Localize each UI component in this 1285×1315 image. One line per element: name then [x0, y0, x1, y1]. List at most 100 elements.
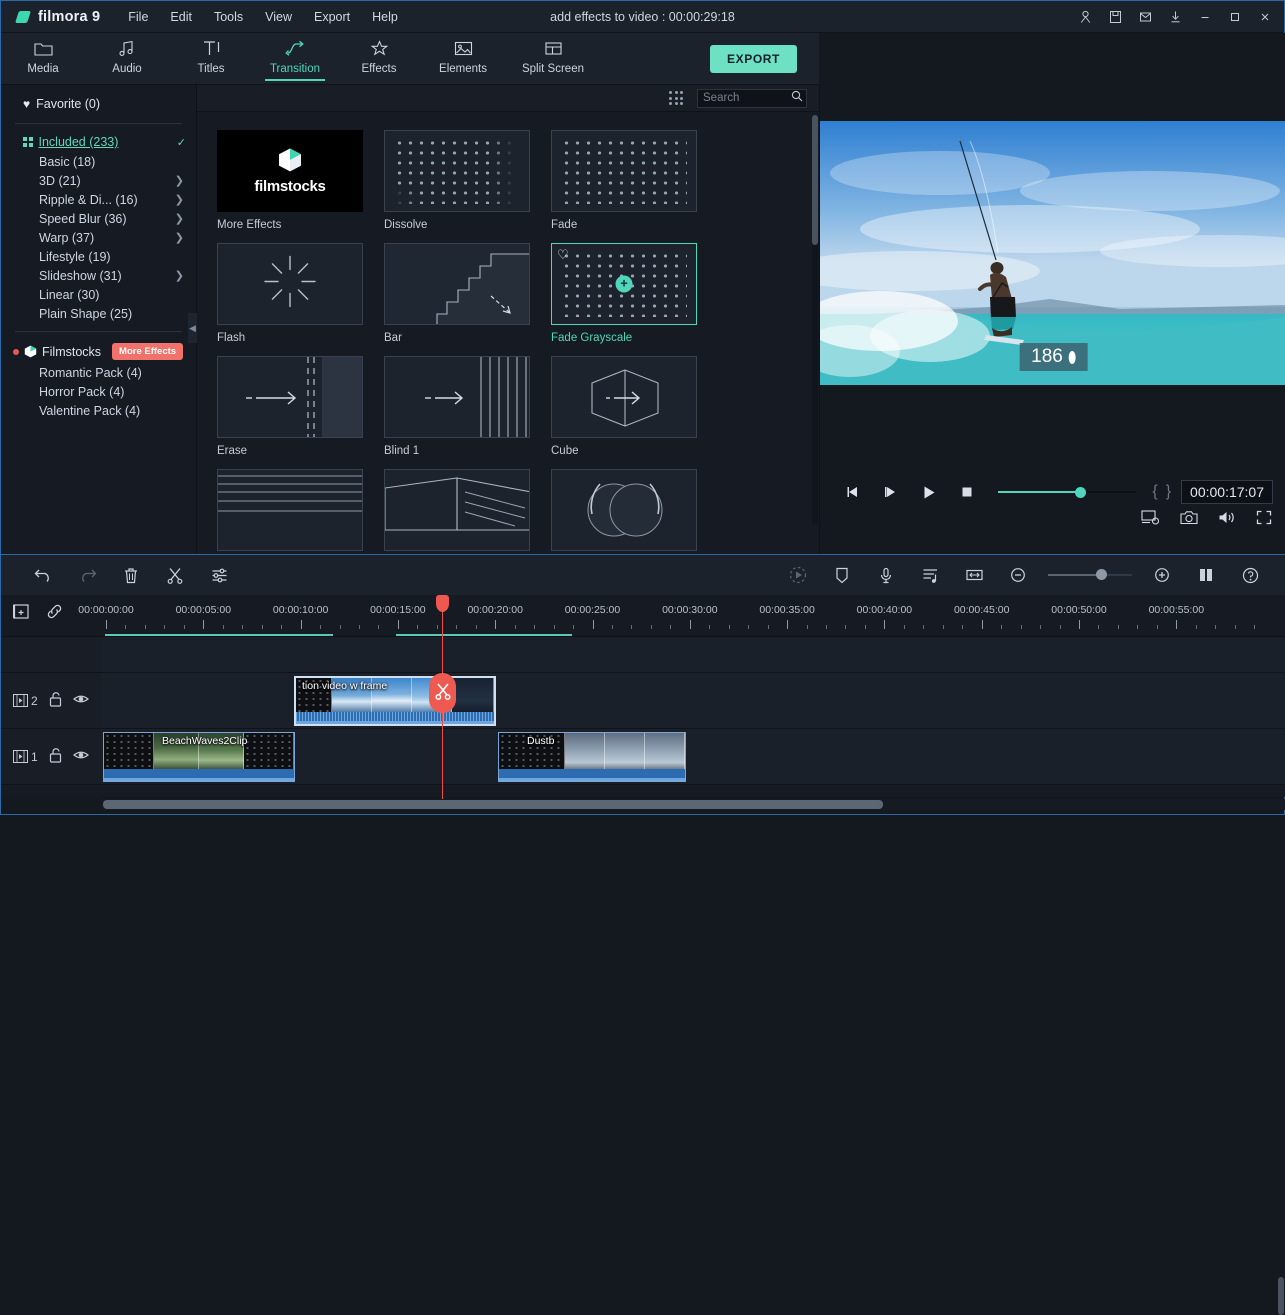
transition-card-flash[interactable]: Flash: [217, 243, 363, 344]
timeline-clip[interactable]: BeachWaves2Clip: [103, 732, 295, 782]
stop-button[interactable]: [948, 475, 986, 509]
panel-scrollbar[interactable]: [812, 115, 818, 525]
sidebar-item-linear[interactable]: Linear (30): [1, 285, 196, 304]
fit-timeline-icon[interactable]: [952, 560, 996, 590]
timeline-zoom-slider[interactable]: [1048, 568, 1132, 582]
sidebar-item-speed-blur[interactable]: Speed Blur (36) ❯: [1, 209, 196, 228]
account-icon[interactable]: [1070, 2, 1100, 32]
minimize-button[interactable]: [1190, 2, 1220, 32]
sidebar-item-3d[interactable]: 3D (21) ❯: [1, 171, 196, 190]
timeline-horizontal-scrollbar[interactable]: [101, 799, 1285, 810]
snapshot-icon[interactable]: [1180, 510, 1198, 530]
delete-button[interactable]: [109, 560, 153, 590]
audio-mixer-icon[interactable]: [908, 560, 952, 590]
tab-transition[interactable]: Transition: [253, 33, 337, 81]
transition-card-fade[interactable]: Fade: [551, 130, 697, 231]
tab-audio[interactable]: Audio: [85, 33, 169, 75]
transition-thumbnail[interactable]: [551, 356, 697, 438]
tab-elements[interactable]: Elements: [421, 33, 505, 75]
transition-thumbnail[interactable]: [384, 130, 530, 212]
tab-split-screen[interactable]: Split Screen: [505, 33, 601, 75]
export-button[interactable]: EXPORT: [710, 45, 797, 73]
zoom-in-icon[interactable]: [1140, 560, 1184, 590]
display-settings-icon[interactable]: [1141, 509, 1160, 530]
add-track-icon[interactable]: [12, 603, 30, 625]
mail-icon[interactable]: [1130, 2, 1160, 32]
undo-button[interactable]: [21, 560, 65, 590]
zoom-slider-knob[interactable]: [1095, 569, 1107, 580]
sidebar-item-lifestyle[interactable]: Lifestyle (19): [1, 247, 196, 266]
mark-out-button[interactable]: }: [1162, 483, 1175, 501]
menu-item-view[interactable]: View: [255, 6, 302, 28]
layout-icon[interactable]: [1184, 560, 1228, 590]
transition-thumbnail[interactable]: [217, 469, 363, 551]
chevron-down-icon[interactable]: ✓: [177, 136, 186, 149]
transition-thumbnail[interactable]: ♡ +: [551, 243, 697, 325]
timeline-clip[interactable]: tion video w frame: [294, 676, 496, 726]
eye-icon[interactable]: [72, 749, 89, 764]
volume-icon[interactable]: [1218, 510, 1236, 530]
sidebar-item-plain-shape[interactable]: Plain Shape (25): [1, 304, 196, 323]
transition-thumbnail[interactable]: [217, 356, 363, 438]
tab-effects[interactable]: Effects: [337, 33, 421, 75]
unlock-icon[interactable]: [49, 747, 62, 766]
sidebar-item-valentine-pack[interactable]: Valentine Pack (4): [1, 401, 196, 420]
transition-card-more-effects[interactable]: filmstocks More Effects: [217, 130, 363, 231]
sidebar-item-basic[interactable]: Basic (18): [1, 152, 196, 171]
sidebar-item-warp[interactable]: Warp (37) ❯: [1, 228, 196, 247]
close-button[interactable]: [1250, 2, 1280, 32]
preview-progress-slider[interactable]: [998, 483, 1137, 501]
split-clip-indicator[interactable]: [429, 673, 456, 713]
download-icon[interactable]: [1160, 2, 1190, 32]
eye-icon[interactable]: [72, 693, 89, 708]
transition-card-bar[interactable]: Bar: [384, 243, 530, 344]
transition-card-erase[interactable]: Erase: [217, 356, 363, 457]
sidebar-item-romantic-pack[interactable]: Romantic Pack (4): [1, 363, 196, 382]
menu-item-file[interactable]: File: [118, 6, 158, 28]
playhead-handle[interactable]: [436, 595, 449, 612]
timeline-lane-empty[interactable]: [101, 637, 1285, 673]
menu-item-tools[interactable]: Tools: [204, 6, 253, 28]
sidebar-item-ripple[interactable]: Ripple & Di... (16) ❯: [1, 190, 196, 209]
next-frame-button[interactable]: [872, 475, 910, 509]
redo-button[interactable]: [65, 560, 109, 590]
favorite-heart-icon[interactable]: ♡: [557, 247, 569, 263]
sidebar-item-included[interactable]: Included (233) ✓: [1, 132, 196, 152]
sidebar-item-slideshow[interactable]: Slideshow (31) ❯: [1, 266, 196, 285]
zoom-out-icon[interactable]: [996, 560, 1040, 590]
prev-frame-button[interactable]: [834, 475, 872, 509]
menu-item-export[interactable]: Export: [304, 6, 360, 28]
timeline-vertical-scrollbar[interactable]: [1278, 1277, 1284, 1315]
transition-card-cube[interactable]: Cube: [551, 356, 697, 457]
sidebar-item-filmstocks[interactable]: Filmstocks More Effects: [1, 340, 196, 363]
menu-item-edit[interactable]: Edit: [160, 6, 202, 28]
sidebar-item-horror-pack[interactable]: Horror Pack (4): [1, 382, 196, 401]
more-effects-badge[interactable]: More Effects: [112, 343, 184, 360]
transition-card-fade-grayscale[interactable]: ♡ + Fade Grayscale: [551, 243, 697, 344]
voiceover-icon[interactable]: [864, 560, 908, 590]
search-box[interactable]: [697, 88, 807, 108]
timeline-lane-2[interactable]: tion video w frame: [101, 673, 1285, 729]
tab-titles[interactable]: Titles: [169, 33, 253, 75]
transition-card-partial-3[interactable]: [551, 469, 697, 551]
unlock-icon[interactable]: [49, 691, 62, 710]
help-icon[interactable]: [1228, 560, 1272, 590]
menu-item-help[interactable]: Help: [362, 6, 408, 28]
tab-media[interactable]: Media: [1, 33, 85, 75]
mark-in-button[interactable]: {: [1148, 483, 1161, 501]
maximize-button[interactable]: [1220, 2, 1250, 32]
marker-icon[interactable]: [820, 560, 864, 590]
adjust-button[interactable]: [197, 560, 241, 590]
transition-thumbnail[interactable]: [384, 469, 530, 551]
fullscreen-icon[interactable]: [1256, 510, 1272, 530]
sidebar-collapse-handle[interactable]: ◀: [188, 313, 197, 343]
transition-card-partial-1[interactable]: [217, 469, 363, 551]
split-button[interactable]: [153, 560, 197, 590]
transition-thumbnail[interactable]: [217, 243, 363, 325]
timeline-lane-1[interactable]: BeachWaves2Clip Dustb: [101, 729, 1285, 785]
transition-thumbnail[interactable]: [384, 243, 530, 325]
add-transition-button[interactable]: +: [615, 275, 633, 293]
timeline-ruler-ticks[interactable]: 00:00:00:00 00:00:05:00 00:00:10:00 00:00:1…: [78, 595, 1285, 637]
save-icon[interactable]: [1100, 2, 1130, 32]
transition-thumbnail[interactable]: [551, 469, 697, 551]
